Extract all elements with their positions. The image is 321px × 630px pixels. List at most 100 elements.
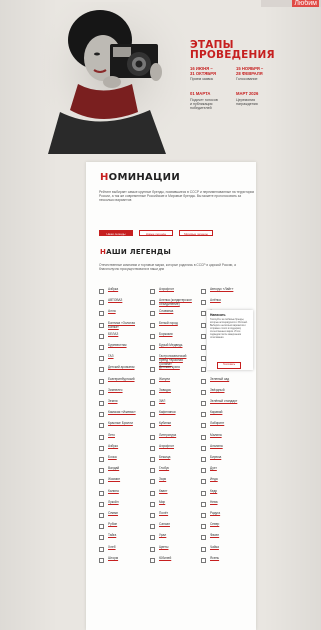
brand-item[interactable]: Дуэт	[201, 466, 245, 474]
brand-checkbox[interactable]	[201, 546, 206, 552]
brand-item[interactable]: Кедр	[201, 489, 245, 496]
brand-item[interactable]: АВТОВАЗ	[99, 298, 143, 306]
brand-item[interactable]: Азбука	[99, 287, 143, 294]
brand-item[interactable]: Шторм	[99, 556, 143, 563]
brand-item[interactable]: Камская «Ижевск»	[99, 410, 143, 418]
tab-new-legends[interactable]: Новые легенды	[139, 230, 173, 236]
brand-item[interactable]: Бочка	[99, 455, 143, 462]
brand-item[interactable]: Жигули	[150, 377, 194, 384]
brand-checkbox[interactable]	[99, 356, 104, 362]
brand-checkbox[interactable]	[201, 557, 206, 563]
brand-checkbox[interactable]	[201, 389, 206, 395]
brand-checkbox[interactable]	[99, 322, 104, 328]
brand-checkbox[interactable]	[201, 457, 206, 462]
brand-checkbox[interactable]	[150, 490, 155, 496]
brand-checkbox[interactable]	[99, 389, 104, 395]
brand-item[interactable]: Гастрономический бренд «Красная Поляна»	[150, 354, 194, 366]
brand-item[interactable]: Зимнелес	[99, 388, 143, 395]
brand-checkbox[interactable]	[99, 311, 104, 317]
brand-checkbox[interactable]	[150, 423, 155, 429]
brand-item[interactable]: Красные Брилли	[99, 421, 143, 429]
brand-checkbox[interactable]	[99, 524, 104, 530]
brand-checkbox[interactable]	[150, 457, 155, 462]
brand-checkbox[interactable]	[150, 333, 155, 339]
brand-checkbox[interactable]	[150, 468, 155, 474]
brand-checkbox[interactable]	[99, 490, 104, 496]
popup-vote-button[interactable]: Голосовать	[217, 362, 241, 369]
brand-checkbox[interactable]	[150, 535, 155, 541]
brand-checkbox[interactable]	[99, 479, 104, 485]
brand-checkbox[interactable]	[201, 479, 206, 485]
brand-item[interactable]: Екатеринбургский	[99, 377, 143, 384]
brand-item[interactable]: Земля	[99, 399, 143, 406]
brand-item[interactable]: Север	[201, 522, 245, 530]
brand-item[interactable]: Ясень	[201, 556, 245, 563]
brand-checkbox[interactable]	[201, 311, 206, 317]
brand-item[interactable]: Валдай	[99, 466, 143, 474]
brand-checkbox[interactable]	[99, 468, 104, 474]
brand-checkbox[interactable]	[150, 513, 155, 518]
brand-item[interactable]: Нева	[201, 500, 245, 507]
brand-item[interactable]: Заря	[150, 477, 194, 485]
brand-checkbox[interactable]	[201, 434, 206, 440]
brand-checkbox[interactable]	[201, 289, 206, 294]
brand-checkbox[interactable]	[99, 434, 104, 440]
brand-item[interactable]: Зелёный стандарт	[201, 399, 245, 406]
brand-item[interactable]: Аэрофлот	[150, 444, 194, 451]
brand-checkbox[interactable]	[201, 513, 206, 518]
brand-checkbox[interactable]	[99, 401, 104, 406]
brand-checkbox[interactable]	[201, 468, 206, 474]
brand-checkbox[interactable]	[150, 322, 155, 328]
brand-checkbox[interactable]	[99, 457, 104, 462]
brand-item[interactable]: Малина	[201, 433, 245, 440]
brand-checkbox[interactable]	[150, 389, 155, 395]
brand-item[interactable]: Мир	[150, 500, 194, 507]
brand-item[interactable]: Кубинки	[150, 421, 194, 429]
brand-checkbox[interactable]	[201, 423, 206, 429]
brand-item[interactable]: Буревестник	[99, 343, 143, 350]
brand-checkbox[interactable]	[150, 557, 155, 563]
brand-checkbox[interactable]	[201, 401, 206, 406]
brand-checkbox[interactable]	[99, 501, 104, 507]
tab-our-legends[interactable]: Наши легенды	[99, 230, 133, 236]
brand-item[interactable]: Лукойл	[99, 500, 143, 507]
brand-item[interactable]: Кафелинки	[150, 410, 194, 418]
brand-checkbox[interactable]	[99, 300, 104, 306]
brand-checkbox[interactable]	[99, 289, 104, 294]
brand-checkbox[interactable]	[201, 345, 206, 350]
brand-item[interactable]: Чайка	[201, 545, 245, 552]
brand-item[interactable]: Факел	[201, 533, 245, 541]
brand-item[interactable]: Детский ароматик	[99, 365, 143, 373]
brand-item[interactable]: Сапсан	[150, 522, 194, 530]
brand-item[interactable]: Квант	[150, 489, 194, 496]
brand-item[interactable]: Звёздный	[201, 388, 245, 395]
brand-checkbox[interactable]	[201, 300, 206, 306]
brand-checkbox[interactable]	[150, 479, 155, 485]
brand-checkbox[interactable]	[150, 378, 155, 384]
brand-checkbox[interactable]	[201, 322, 206, 328]
brand-item[interactable]: Азбуко	[99, 444, 143, 451]
brand-checkbox[interactable]	[201, 356, 206, 362]
brand-checkbox[interactable]	[150, 445, 155, 451]
brand-checkbox[interactable]	[99, 367, 104, 373]
brand-item[interactable]: Урал	[150, 533, 194, 541]
brand-item[interactable]: Аленка (кондитерское объединение)	[150, 298, 194, 306]
brand-item[interactable]: Бирюза	[201, 455, 245, 462]
brand-item[interactable]: Литература	[150, 433, 194, 440]
brand-item[interactable]: Цветы	[150, 545, 194, 552]
brand-item[interactable]: Зеленый сад	[201, 377, 245, 384]
brand-checkbox[interactable]	[150, 367, 155, 373]
brand-item[interactable]: Лабиринт	[201, 421, 245, 429]
brand-item[interactable]: Авторус «Лайт»	[201, 287, 245, 294]
brand-checkbox[interactable]	[99, 513, 104, 518]
brand-checkbox[interactable]	[150, 311, 155, 317]
brand-item[interactable]: Альпина	[201, 444, 245, 451]
brand-checkbox[interactable]	[201, 524, 206, 530]
brand-checkbox[interactable]	[99, 546, 104, 552]
top-banner[interactable]: Любим	[261, 0, 321, 7]
brand-item[interactable]: Заводск	[150, 388, 194, 395]
brand-item[interactable]: Инда	[201, 477, 245, 485]
brand-item[interactable]: Олимп	[99, 511, 143, 518]
brand-checkbox[interactable]	[201, 333, 206, 339]
brand-item[interactable]: ЗИЛ	[150, 399, 194, 406]
